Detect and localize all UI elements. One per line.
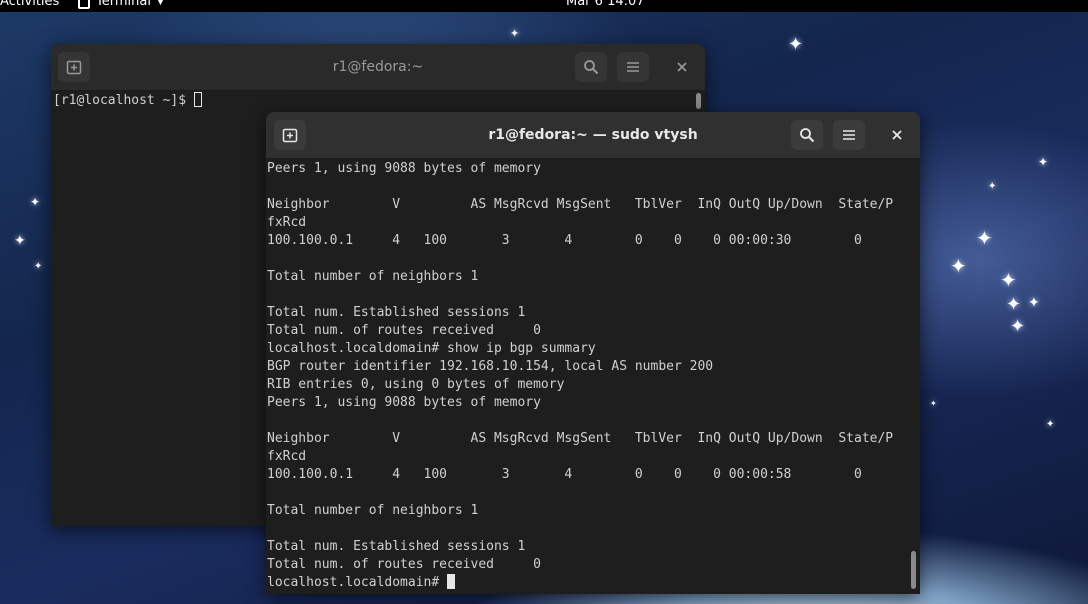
terminal-window-front[interactable]: r1@fedora:~ — sudo vtysh Peers 1, using … (266, 112, 920, 594)
search-button[interactable] (791, 120, 823, 150)
terminal-output[interactable]: Peers 1, using 9088 bytes of memory Neigh… (266, 159, 920, 594)
terminal-line: Peers 1, using 9088 bytes of memory (267, 395, 541, 410)
star-decoration: ✦ (988, 181, 997, 192)
scrollbar[interactable] (696, 93, 701, 109)
terminal-line: localhost.localdomain# show ip bgp summa… (267, 341, 596, 356)
search-button[interactable] (575, 52, 607, 82)
chevron-down-icon: ▼ (156, 0, 164, 7)
close-button[interactable] (669, 54, 695, 80)
hamburger-menu-icon (627, 62, 639, 72)
terminal-line: BGP router identifier 192.168.10.154, lo… (267, 359, 714, 374)
terminal-line: 100.100.0.1 4 100 3 4 0 0 0 00:00:30 0 (267, 233, 862, 248)
terminal-line: Total num. of routes received 0 (267, 557, 541, 572)
star-decoration: ✦ (1010, 316, 1026, 337)
text-cursor (447, 574, 456, 589)
star-decoration: ✦ (1006, 294, 1022, 315)
star-decoration: ✦ (14, 233, 26, 249)
terminal-line: Peers 1, using 9088 bytes of memory (267, 161, 541, 176)
header-bar[interactable]: r1@fedora:~ (51, 44, 705, 91)
prompt-text: localhost.localdomain# (267, 575, 448, 590)
activities-button[interactable]: Activities (0, 0, 59, 9)
star-decoration: ✦ (1000, 268, 1017, 292)
terminal-line: Total num. Established sessions 1 (267, 539, 526, 554)
star-decoration: ✦ (34, 261, 43, 272)
header-bar[interactable]: r1@fedora:~ — sudo vtysh (266, 112, 920, 159)
star-decoration: ✦ (1028, 295, 1040, 311)
terminal-app-icon (78, 0, 90, 9)
terminal-line: Total num. Established sessions 1 (267, 305, 526, 320)
menu-button[interactable] (833, 120, 865, 150)
search-icon (584, 60, 599, 75)
star-decoration: ✦ (976, 226, 993, 250)
star-decoration: ✦ (1038, 155, 1049, 169)
close-icon (892, 130, 902, 140)
top-bar: Activities Terminal ▼ Mar 6 14:07 (0, 0, 1088, 12)
terminal-line: Total number of neighbors 1 (267, 503, 479, 518)
terminal-lines: Peers 1, using 9088 bytes of memory Neigh… (267, 160, 920, 574)
clock[interactable]: Mar 6 14:07 (566, 0, 645, 9)
text-cursor (193, 92, 202, 107)
terminal-prompt-line: localhost.localdomain# (267, 574, 920, 592)
terminal-line: RIB entries 0, using 0 bytes of memory (267, 377, 565, 392)
star-decoration: ✦ (950, 254, 967, 278)
star-decoration: ✦ (30, 195, 41, 209)
app-menu-label: Terminal (96, 0, 151, 9)
terminal-line: fxRcd (267, 215, 307, 230)
terminal-line: 100.100.0.1 4 100 3 4 0 0 0 00:00:58 0 (267, 467, 862, 482)
terminal-line: Neighbor V AS MsgRcvd MsgSent TblVer InQ… (267, 431, 894, 446)
star-decoration: ✦ (788, 34, 804, 55)
terminal-line: [r1@localhost ~]$ (53, 92, 705, 110)
terminal-line: fxRcd (267, 449, 307, 464)
hamburger-menu-icon (843, 130, 855, 140)
menu-button[interactable] (617, 52, 649, 82)
search-icon (800, 128, 815, 143)
star-decoration: ✦ (1046, 419, 1055, 430)
scrollbar[interactable] (911, 551, 916, 589)
terminal-line: Neighbor V AS MsgRcvd MsgSent TblVer InQ… (267, 197, 894, 212)
star-decoration: ✦ (510, 27, 520, 40)
terminal-line: Total number of neighbors 1 (267, 269, 479, 284)
star-decoration: ✦ (930, 399, 937, 408)
close-button[interactable] (884, 122, 910, 148)
prompt-text: [r1@localhost ~]$ (53, 93, 194, 108)
close-icon (677, 62, 687, 72)
app-menu[interactable]: Terminal ▼ (78, 0, 164, 9)
terminal-line: Total num. of routes received 0 (267, 323, 541, 338)
